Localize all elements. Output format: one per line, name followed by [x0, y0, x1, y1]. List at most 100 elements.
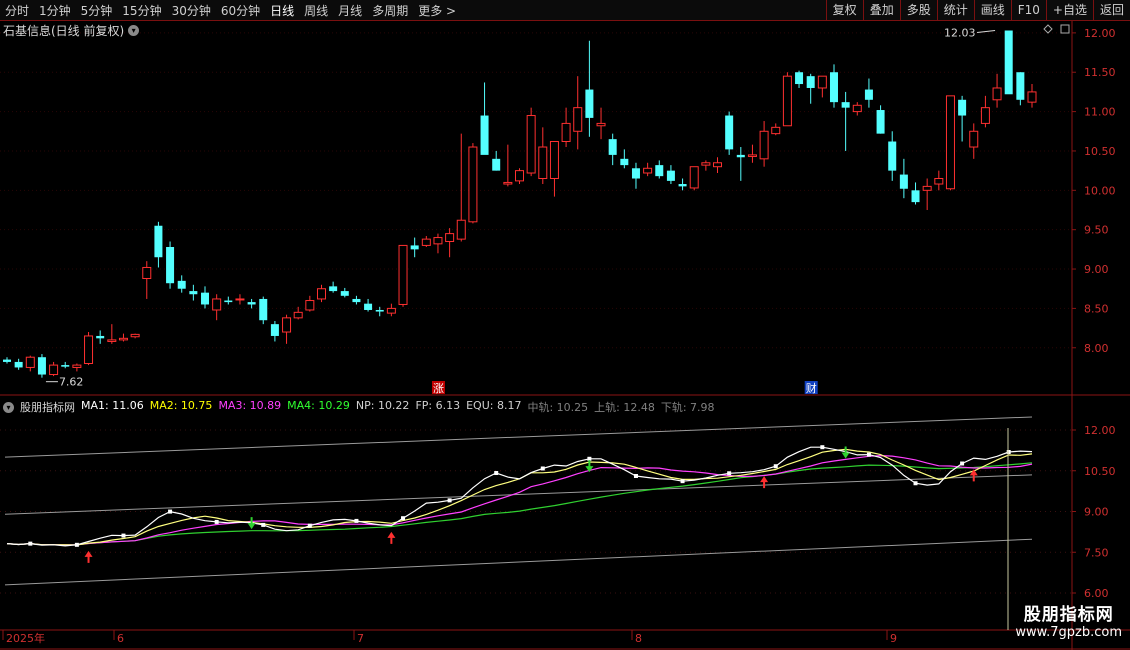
indicator-name[interactable]: 股朋指标网	[20, 399, 75, 415]
x-axis: 2025年 6 7 8 9	[2, 630, 897, 645]
candle-body	[166, 247, 175, 284]
toolbar-button-5[interactable]: F10	[1010, 0, 1046, 20]
indicator-value-8: 上轨: 12.48	[594, 401, 655, 414]
toolbar-right-buttons: 复权 叠加 多股 统计 画线 F10 +自选 返回	[825, 0, 1130, 20]
high-price-arrow	[977, 30, 996, 34]
tab-period-7[interactable]: 周线	[299, 2, 333, 19]
toolbar-button-2[interactable]: 多股	[899, 0, 937, 20]
candle-body	[189, 291, 198, 295]
candle-body	[96, 335, 105, 339]
candle-body	[922, 185, 932, 191]
y-tick-label: 10.00	[1084, 184, 1116, 197]
candle-body	[37, 357, 46, 375]
watermark-url: www.7gpzb.com	[1015, 625, 1122, 640]
buy-arrow	[760, 476, 769, 489]
ma1-dot	[773, 464, 778, 469]
candle-body	[154, 225, 163, 258]
candle-body	[747, 154, 757, 157]
chevron-down-icon[interactable]: ▾	[3, 401, 14, 413]
toolbar-button-1[interactable]: 叠加	[862, 0, 900, 20]
ma1-dot	[540, 466, 545, 471]
candle-body	[456, 219, 466, 240]
toolbar-button-0[interactable]: 复权	[825, 0, 863, 20]
toolbar-button-4[interactable]: 画线	[973, 0, 1011, 20]
x-tick-label: 8	[635, 632, 642, 645]
y-tick-label: 8.50	[1084, 302, 1109, 315]
x-tick-label: 6	[117, 632, 124, 645]
toolbar-button-3[interactable]: 统计	[936, 0, 974, 20]
tab-period-0[interactable]: 分时	[0, 2, 34, 19]
candlestick-series[interactable]	[3, 30, 1037, 378]
candle-body	[1027, 91, 1037, 103]
candle-body	[573, 107, 583, 132]
candle-body	[118, 337, 128, 341]
toolbar-button-6[interactable]: +自选	[1045, 0, 1093, 20]
candle-body	[293, 311, 303, 319]
candle-body	[852, 104, 862, 113]
candle-body	[177, 280, 186, 289]
ma1-dot	[960, 461, 965, 466]
candle-body	[725, 115, 734, 150]
indicator-value-3: MA4: 10.29	[287, 399, 350, 412]
ind-y-tick-label: 10.50	[1084, 465, 1116, 478]
period-toolbar: 分时 1分钟 5分钟 15分钟 30分钟 60分钟 日线 周线 月线 多周期 更多 > 复权 叠加 多股…	[0, 0, 1130, 21]
candle-body	[270, 324, 279, 336]
candle-body	[492, 158, 501, 171]
candle-body	[736, 154, 745, 158]
candle-body	[468, 146, 478, 223]
period-tabs: 分时 1分钟 5分钟 15分钟 30分钟 60分钟 日线 周线 月线 多周期 更多 >	[0, 2, 461, 19]
box-icon	[1060, 24, 1070, 34]
tab-period-1[interactable]: 1分钟	[34, 2, 76, 19]
tab-period-6[interactable]: 日线	[265, 2, 299, 19]
ma1-dot	[261, 522, 266, 527]
tab-period-9[interactable]: 多周期	[367, 2, 413, 19]
ma2-line	[6, 448, 1033, 546]
candle-body	[282, 317, 292, 333]
tab-period-2[interactable]: 5分钟	[76, 2, 118, 19]
ma3-line	[6, 454, 1033, 546]
tab-period-8[interactable]: 月线	[333, 2, 367, 19]
candle-body	[1004, 30, 1013, 95]
tab-period-10[interactable]: 更多 >	[413, 2, 461, 19]
candle-body	[841, 102, 850, 108]
candle-body	[666, 170, 675, 181]
stock-header: 石基信息(日线 前复权) ▾	[3, 22, 140, 39]
ma1-dot	[820, 445, 825, 450]
tab-period-4[interactable]: 30分钟	[167, 2, 216, 19]
y-tick-label: 12.00	[1084, 27, 1116, 40]
candle-body	[352, 298, 361, 303]
candle-body	[713, 162, 723, 168]
lower-band-line	[4, 538, 1033, 586]
middle-band-line	[4, 474, 1033, 515]
ma1-dot	[307, 523, 312, 528]
candle-body	[655, 165, 664, 177]
chart-canvas[interactable]: 12.00 11.50 11.00 10.50 10.00 9.50 9.00 8.50 8.0…	[0, 0, 1130, 650]
candle-body	[259, 298, 268, 321]
chevron-down-icon[interactable]: ▾	[128, 25, 140, 36]
y-tick-label: 9.50	[1084, 224, 1109, 237]
indicator-value-6: EQU: 8.17	[466, 399, 522, 412]
event-marker-zhang: 涨	[433, 382, 444, 395]
tab-period-3[interactable]: 15分钟	[117, 2, 166, 19]
candle-body	[480, 115, 489, 155]
candle-body	[25, 356, 35, 368]
ma1-dot	[680, 479, 685, 484]
toolbar-button-7[interactable]: 返回	[1092, 0, 1130, 20]
stock-name[interactable]: 石基信息(日线 前复权)	[3, 22, 124, 39]
ind-y-tick-label: 9.00	[1084, 506, 1109, 519]
candle-body	[911, 190, 920, 203]
indicator-value-4: NP: 10.22	[355, 399, 410, 412]
candle-body	[795, 72, 804, 85]
candle-body	[689, 166, 699, 189]
candle-body	[107, 339, 117, 342]
diamond-icon	[1043, 24, 1053, 34]
candle-body	[130, 333, 140, 338]
candle-body	[538, 146, 548, 180]
main-y-axis: 12.00 11.50 11.00 10.50 10.00 9.50 9.00 8.50 8.0…	[0, 27, 1116, 355]
candle-body	[3, 359, 11, 362]
low-price-label: 7.62	[59, 376, 83, 389]
ma1-dot	[913, 481, 918, 486]
tab-period-5[interactable]: 60分钟	[216, 2, 265, 19]
ma1-dot	[121, 533, 126, 538]
candle-body	[980, 107, 990, 124]
